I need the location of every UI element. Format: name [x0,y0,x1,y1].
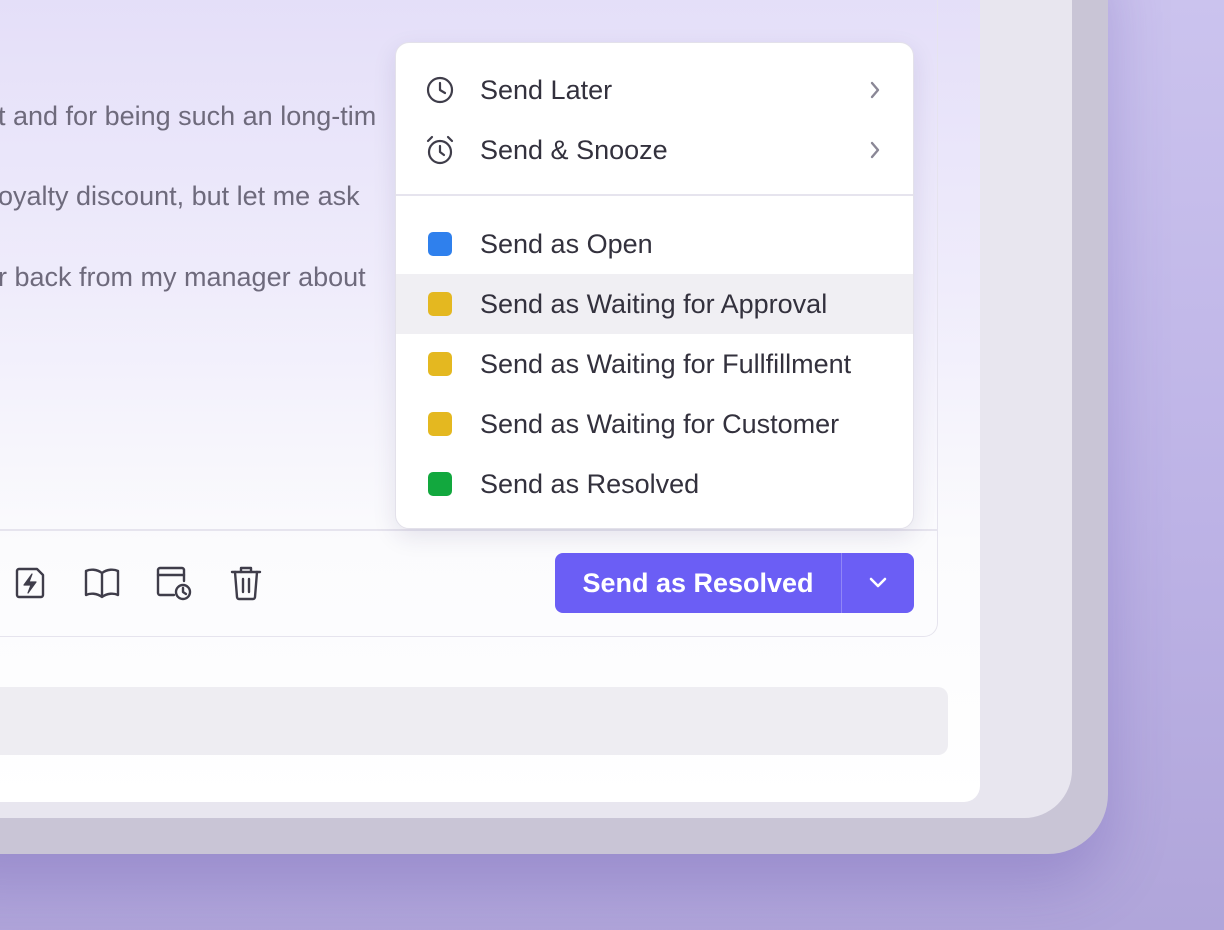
status-swatch-open [428,232,452,256]
chevron-right-icon [865,78,885,102]
chevron-down-icon [869,577,887,588]
send-options-menu: Send Later Send & Snooze Send as Open Se… [395,42,914,529]
status-swatch-waiting-fullfillment [428,352,452,376]
menu-item-label: Send Later [480,74,613,105]
menu-item-send-and-snooze[interactable]: Send & Snooze [396,120,913,180]
alarm-clock-icon [424,134,456,166]
status-swatch-waiting-customer [428,412,452,436]
menu-item-send-later[interactable]: Send Later [396,60,913,120]
trash-icon[interactable] [226,563,266,603]
menu-item-label: Send as Open [480,228,653,259]
lightning-snippet-icon[interactable] [10,563,50,603]
status-swatch-resolved [428,472,452,496]
chevron-right-icon [865,138,885,162]
menu-item-send-as-resolved[interactable]: Send as Resolved [396,454,913,514]
menu-item-label: Send as Resolved [480,468,700,499]
send-button-label[interactable]: Send as Resolved [555,553,841,613]
clock-icon [424,74,456,106]
knowledge-book-icon[interactable] [82,563,122,603]
send-options-toggle[interactable] [842,553,914,613]
menu-item-label: Send as Waiting for Approval [480,288,828,319]
menu-item-send-as-waiting-for-fullfillment[interactable]: Send as Waiting for Fullfillment [396,334,913,394]
menu-item-send-as-waiting-for-approval[interactable]: Send as Waiting for Approval [396,274,913,334]
menu-item-send-as-open[interactable]: Send as Open [396,214,913,274]
send-as-resolved-button[interactable]: Send as Resolved [555,553,914,613]
message-line-3: r back from my manager about [0,262,366,292]
message-line-2: oyalty discount, but let me ask [0,181,360,211]
composer-divider [0,529,938,531]
menu-divider [396,194,913,196]
menu-item-send-as-waiting-for-customer[interactable]: Send as Waiting for Customer [396,394,913,454]
menu-item-label: Send as Waiting for Fullfillment [480,348,852,379]
secondary-input-bar[interactable] [0,687,948,755]
schedule-calendar-icon[interactable] [154,563,194,603]
status-swatch-waiting-approval [428,292,452,316]
menu-item-label: Send as Waiting for Customer [480,408,840,439]
menu-item-label: Send & Snooze [480,134,668,165]
message-line-1: t and for being such an long-tim [0,101,377,131]
